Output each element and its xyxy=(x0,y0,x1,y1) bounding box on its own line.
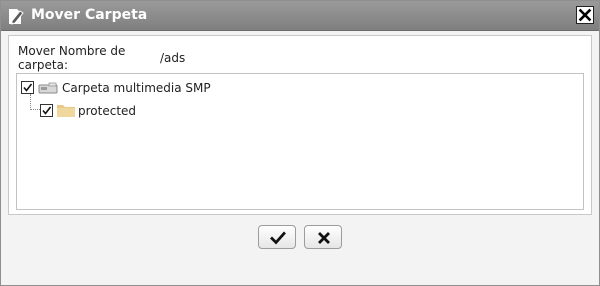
protected-checkbox[interactable] xyxy=(40,104,53,117)
tree-item-label: protected xyxy=(78,104,137,118)
checkmark-icon xyxy=(270,231,286,245)
folder-name-value: /ads xyxy=(160,51,186,65)
folder-name-label: Mover Nombre de carpeta: xyxy=(18,44,126,72)
folder-tree: Carpeta multimedia SMP protected xyxy=(16,73,584,210)
close-button[interactable] xyxy=(576,6,594,24)
dialog-content: Mover Nombre de carpeta: /ads Carpeta mu… xyxy=(8,35,592,215)
root-checkbox[interactable] xyxy=(21,81,34,94)
tree-item-protected[interactable]: protected xyxy=(40,102,240,120)
cancel-button[interactable] xyxy=(304,225,342,249)
tree-root-label: Carpeta multimedia SMP xyxy=(62,81,211,95)
tree-root-row[interactable]: Carpeta multimedia SMP xyxy=(21,79,321,97)
confirm-button[interactable] xyxy=(258,225,296,249)
close-icon xyxy=(578,8,592,22)
move-folder-dialog: Mover Carpeta Mover Nombre de carpeta: /… xyxy=(0,0,600,286)
dialog-title: Mover Carpeta xyxy=(31,7,148,23)
dialog-titlebar: Mover Carpeta xyxy=(1,1,599,31)
x-icon xyxy=(318,232,330,244)
tree-connector xyxy=(30,109,40,110)
media-drive-icon xyxy=(38,80,58,99)
tree-connector xyxy=(30,94,31,110)
pencil-doc-icon xyxy=(7,6,25,26)
folder-icon xyxy=(56,103,76,122)
